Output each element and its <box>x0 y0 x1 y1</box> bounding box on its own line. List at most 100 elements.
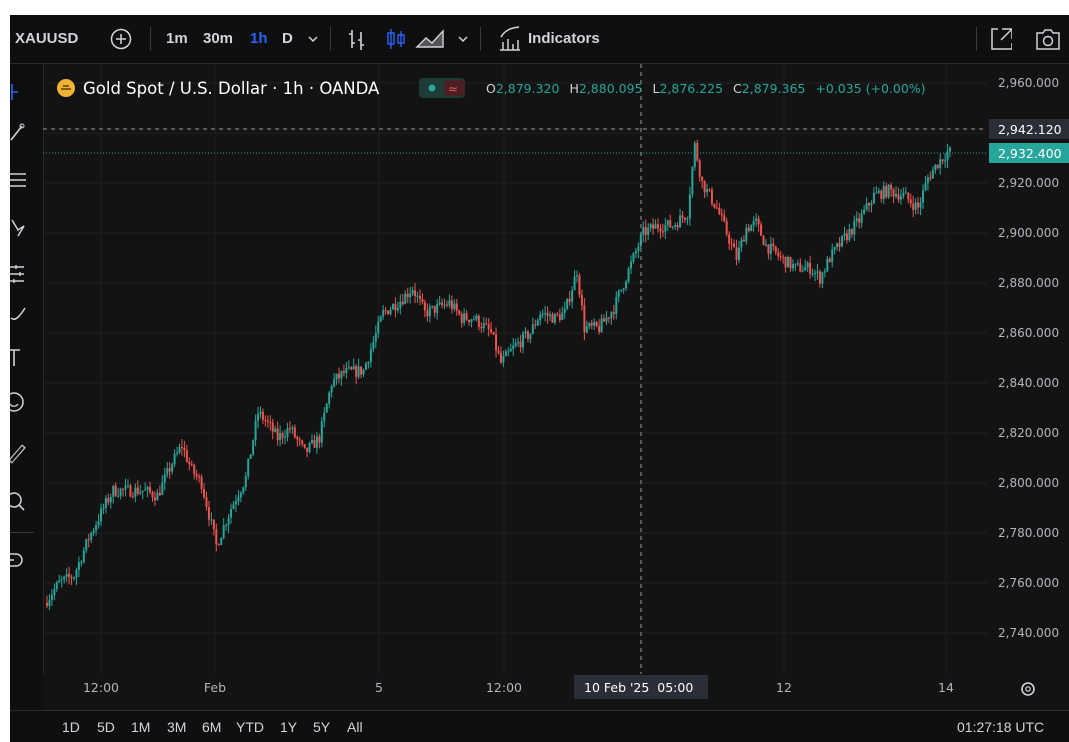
candle-body <box>919 202 922 208</box>
zoom-tool[interactable] <box>10 490 43 514</box>
interval-30m[interactable]: 30m <box>203 15 233 63</box>
candle-body <box>443 304 446 306</box>
indicators-button-icon[interactable] <box>497 15 523 63</box>
bar-style-button[interactable] <box>346 15 368 63</box>
low-value: 2,876.225 <box>659 81 723 96</box>
candle-body <box>914 202 917 210</box>
candle-body <box>242 487 245 493</box>
text-tool[interactable] <box>10 346 43 370</box>
candle-body <box>372 341 375 350</box>
pattern-tool[interactable] <box>10 216 43 240</box>
candle-body <box>671 226 674 228</box>
candle-body <box>568 298 571 302</box>
crosshair-price-label: 2,942.120 <box>998 122 1062 137</box>
candle-body <box>897 194 900 200</box>
candle-body <box>733 243 736 248</box>
candle-body <box>531 324 534 334</box>
chart-pane[interactable]: 2,960.0002,940.0002,920.0002,900.0002,88… <box>43 64 1069 710</box>
candle-body <box>652 224 655 229</box>
candle-body <box>455 303 458 311</box>
range-1d[interactable]: 1D <box>62 711 80 742</box>
range-3m[interactable]: 3M <box>167 711 186 742</box>
interval-d[interactable]: D <box>282 15 293 63</box>
area-style-button[interactable] <box>415 15 447 63</box>
range-1m[interactable]: 1M <box>131 711 150 742</box>
price-tick-label: 2,880.000 <box>998 276 1059 290</box>
candle-body <box>850 229 853 235</box>
range-5y[interactable]: 5Y <box>313 711 330 742</box>
range-all[interactable]: All <box>347 711 363 742</box>
candle-body <box>762 235 765 246</box>
candle-body <box>222 525 225 538</box>
range-1y[interactable]: 1Y <box>280 711 297 742</box>
price-axis[interactable]: 2,960.0002,940.0002,920.0002,900.0002,88… <box>987 64 1069 674</box>
candle-body <box>836 243 839 248</box>
forecast-icon <box>10 265 24 283</box>
chart-type-dropdown[interactable] <box>456 15 470 63</box>
candle-body <box>441 302 444 306</box>
candle-body <box>747 227 750 232</box>
candle-body <box>845 233 848 240</box>
indicators-button[interactable]: Indicators <box>528 15 600 63</box>
range-5d[interactable]: 5D <box>97 711 115 742</box>
cursor-tool[interactable] <box>10 80 43 104</box>
candle-body <box>865 203 868 210</box>
candle-body <box>156 492 159 501</box>
candle-body <box>350 367 353 370</box>
candle-body <box>735 247 738 260</box>
fib-tool[interactable] <box>10 168 43 192</box>
symbol-title[interactable]: Gold Spot / U.S. Dollar · 1h · OANDA <box>83 79 380 98</box>
compare-symbol-button[interactable] <box>109 15 133 63</box>
forecast-tool[interactable] <box>10 262 43 286</box>
candle-body <box>757 218 760 225</box>
candle-series <box>46 139 951 611</box>
utc-clock[interactable]: 01:27:18 UTC <box>957 711 1044 742</box>
time-axis[interactable]: 12:00 Feb 5 12:00 12 14 10 Feb '25 05:00 <box>43 674 1069 710</box>
interval-dropdown[interactable] <box>306 15 320 63</box>
range-ytd[interactable]: YTD <box>236 711 264 742</box>
candle-body <box>254 420 257 441</box>
candle-body <box>681 215 684 218</box>
price-tick-label: 2,740.000 <box>998 626 1059 640</box>
interval-1h[interactable]: 1h <box>250 15 268 63</box>
candle-style-button[interactable] <box>385 15 407 63</box>
magnet-tool[interactable] <box>10 550 43 574</box>
symbol-search[interactable]: XAUUSD <box>15 15 78 63</box>
candle-body <box>912 203 915 210</box>
candle-body <box>890 184 893 190</box>
candle-body <box>237 497 240 502</box>
candle-body <box>669 220 672 228</box>
candle-body <box>502 356 505 363</box>
brush-tool[interactable] <box>10 302 43 326</box>
candle-body <box>55 582 58 590</box>
interval-1m[interactable]: 1m <box>166 15 188 63</box>
snapshot-button[interactable] <box>1034 15 1062 63</box>
candle-body <box>232 504 235 509</box>
candle-body <box>257 413 260 421</box>
cursor-icon <box>11 84 18 100</box>
candle-body <box>102 507 105 509</box>
icon-tool[interactable] <box>10 390 43 414</box>
candle-body <box>244 476 247 488</box>
candle-body <box>607 317 610 319</box>
candle-body <box>909 199 912 204</box>
range-6m[interactable]: 6M <box>202 711 221 742</box>
candle-body <box>291 427 294 429</box>
pattern-icon <box>11 219 25 237</box>
candle-body <box>848 229 851 240</box>
trend-line-tool[interactable] <box>10 120 43 144</box>
candle-body <box>767 244 770 254</box>
candle-body <box>330 386 333 393</box>
candle-body <box>617 291 620 297</box>
candle-body <box>269 421 272 423</box>
candle-body <box>892 189 895 197</box>
candle-body <box>487 324 490 330</box>
popout-button[interactable] <box>988 15 1013 63</box>
price-chart[interactable]: 2,960.0002,940.0002,920.0002,900.0002,88… <box>43 64 1069 710</box>
ruler-tool[interactable] <box>10 442 43 466</box>
candle-body <box>588 323 591 327</box>
candle-body <box>799 263 802 272</box>
candle-body <box>944 160 947 162</box>
candle-body <box>335 373 338 380</box>
candle-body <box>939 159 942 168</box>
